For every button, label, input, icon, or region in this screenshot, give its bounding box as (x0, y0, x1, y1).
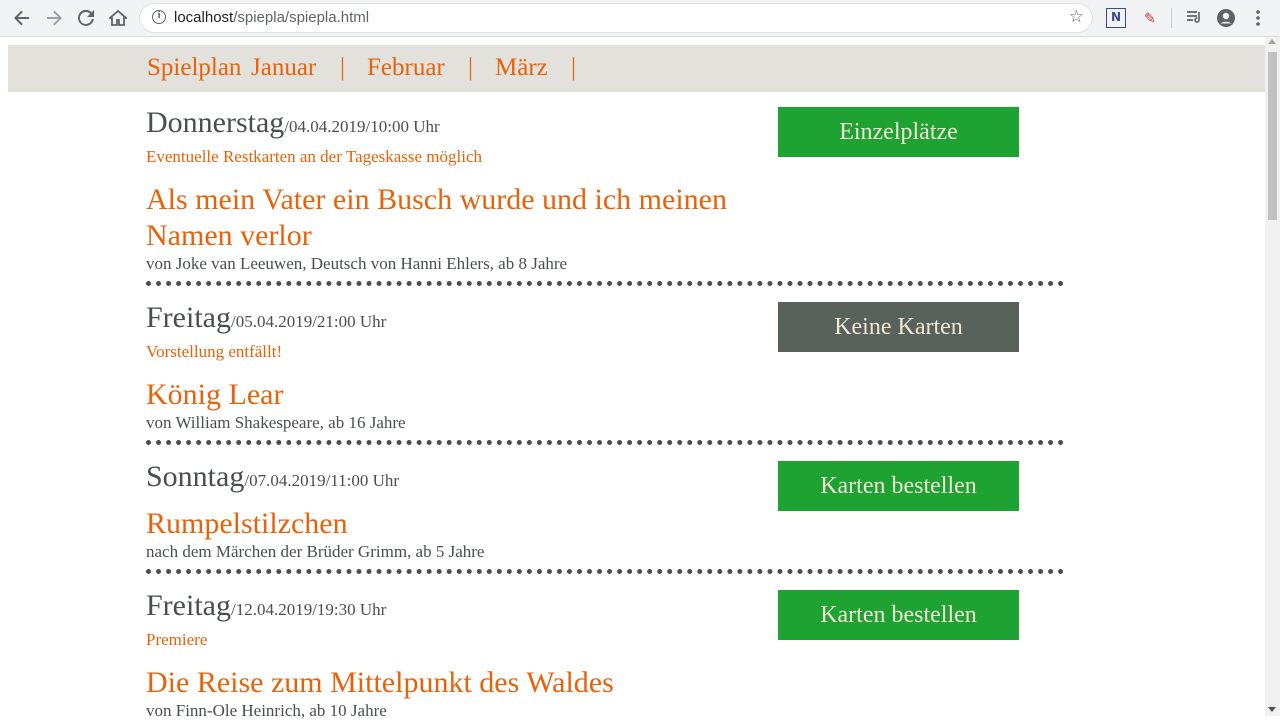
event-subtitle: nach dem Märchen der Brüder Grimm, ab 5 … (146, 542, 485, 561)
nav-separator: | (571, 54, 577, 81)
divider (146, 440, 1064, 445)
page-scrollbar[interactable] (1265, 37, 1280, 716)
event-title[interactable]: Als mein Vater ein Busch wurde und ich m… (146, 182, 766, 254)
event-day: Donnerstag (146, 106, 285, 139)
event-title[interactable]: Die Reise zum Mittelpunkt des Waldes (146, 665, 766, 701)
nav-separator: | (340, 54, 346, 81)
event-subtitle: von William Shakespeare, ab 16 Jahre (146, 413, 406, 432)
toolbar-divider (1171, 8, 1172, 28)
nav-month-maerz[interactable]: März (495, 54, 548, 82)
home-icon[interactable] (106, 6, 130, 30)
event-datetime: /12.04.2019/19:30 Uhr (230, 600, 387, 619)
event-date: Freitag/05.04.2019/21:00 Uhr (146, 301, 386, 335)
address-bar[interactable]: i localhost/spiepla/spiepla.html ☆ (140, 4, 1092, 32)
event-subtitle: von Joke van Leeuwen, Deutsch von Hanni … (146, 254, 568, 273)
reload-icon[interactable] (74, 6, 98, 30)
order-tickets-button[interactable]: Karten bestellen (778, 590, 1019, 640)
forward-icon[interactable] (42, 6, 66, 30)
event-subtitle: von Finn-Ole Heinrich, ab 10 Jahre (146, 701, 387, 720)
event-note: Premiere (146, 630, 208, 649)
event-title[interactable]: König Lear (146, 377, 766, 413)
event-day: Sonntag (146, 460, 245, 493)
extension-pen-icon[interactable]: ✎ (1140, 8, 1160, 28)
event-date: Freitag/12.04.2019/19:30 Uhr (146, 589, 386, 623)
event-entry: Sonntag/07.04.2019/11:00 Uhr Rumpelstilz… (146, 460, 1066, 578)
event-note: Vorstellung entfällt! (146, 342, 283, 361)
event-entry: Donnerstag/04.04.2019/10:00 Uhr Eventuel… (146, 106, 1066, 290)
event-day: Freitag (146, 301, 231, 334)
event-day: Freitag (146, 589, 231, 622)
event-date: Donnerstag/04.04.2019/10:00 Uhr (146, 106, 440, 140)
nav-month-februar[interactable]: Februar (367, 54, 445, 82)
browser-toolbar: i localhost/spiepla/spiepla.html ☆ N ✎ (0, 0, 1280, 37)
order-tickets-button[interactable]: Karten bestellen (778, 461, 1019, 511)
event-entry: Freitag/05.04.2019/21:00 Uhr Vorstellung… (146, 301, 1066, 447)
ticket-button[interactable]: Einzelplätze (778, 107, 1019, 157)
info-icon[interactable]: i (152, 10, 166, 24)
event-datetime: /07.04.2019/11:00 Uhr (244, 471, 400, 490)
menu-icon[interactable] (1248, 8, 1268, 28)
nav-label: Spielplan (147, 54, 242, 81)
star-icon[interactable]: ☆ (1069, 7, 1084, 27)
profile-icon[interactable] (1216, 8, 1236, 28)
back-icon[interactable] (10, 6, 34, 30)
scrollbar-thumb[interactable] (1268, 52, 1277, 220)
event-datetime: /05.04.2019/21:00 Uhr (230, 312, 387, 331)
month-navigation: Spielplan Januar | Februar | März | (8, 45, 1265, 92)
extension-n-icon[interactable]: N (1106, 8, 1126, 28)
no-tickets-button[interactable]: Keine Karten (778, 302, 1019, 352)
nav-separator: | (468, 54, 474, 81)
event-datetime: /04.04.2019/10:00 Uhr (284, 117, 440, 136)
divider (146, 281, 1064, 286)
nav-month-januar[interactable]: Januar (251, 54, 316, 82)
event-entry: Freitag/12.04.2019/19:30 Uhr Premiere Di… (146, 589, 1066, 720)
scroll-up-icon[interactable] (1268, 39, 1276, 44)
divider (146, 569, 1064, 574)
scroll-down-icon[interactable] (1268, 707, 1276, 712)
media-icon[interactable] (1184, 8, 1204, 28)
event-date: Sonntag/07.04.2019/11:00 Uhr (146, 460, 399, 494)
event-note: Eventuelle Restkarten an der Tageskasse … (146, 147, 483, 166)
url-text: localhost/spiepla/spiepla.html (174, 9, 370, 26)
event-title[interactable]: Rumpelstilzchen (146, 506, 766, 542)
